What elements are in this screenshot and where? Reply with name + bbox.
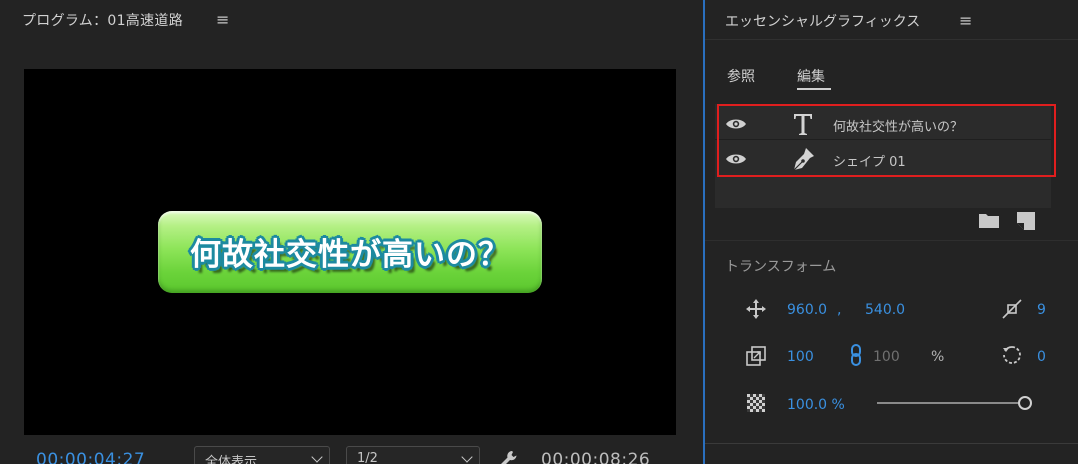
current-timecode[interactable]: 00:00:04:27 — [36, 450, 145, 464]
playback-resolution-select[interactable]: 1/2 — [346, 446, 480, 464]
rotation-icon — [1003, 346, 1021, 364]
layer-label: シェイプ 01 — [833, 155, 906, 170]
anchor-value-clipped[interactable]: 9 — [1037, 302, 1046, 318]
position-y-value[interactable]: 540.0 — [865, 302, 905, 318]
pen-tool-icon — [793, 148, 814, 171]
position-separator: , — [837, 302, 842, 318]
opacity-slider-track[interactable] — [877, 402, 1023, 404]
new-group-folder-icon[interactable] — [979, 212, 999, 228]
video-preview[interactable]: 何故社交性が高いの？ — [24, 69, 676, 435]
tab-browse[interactable]: 参照 — [727, 66, 755, 86]
program-monitor-header: プログラム：01高速道路 ≡ — [0, 0, 700, 40]
program-monitor-panel: プログラム：01高速道路 ≡ 何故社交性が高いの？ 00:00:04:27 全体… — [0, 0, 700, 464]
panel-menu-icon[interactable]: ≡ — [216, 10, 229, 29]
anchor-point-icon — [1002, 299, 1022, 319]
new-layer-icon[interactable] — [1017, 212, 1035, 230]
opacity-slider-handle[interactable] — [1018, 396, 1032, 410]
eye-icon[interactable] — [725, 152, 747, 166]
caption-text: 何故社交性が高いの？ — [190, 237, 510, 273]
divider — [705, 39, 1078, 40]
caption-shape: 何故社交性が高いの？ — [158, 211, 542, 293]
duration-timecode: 00:00:08:26 — [541, 450, 651, 464]
panel-title: エッセンシャルグラフィックス — [725, 14, 921, 30]
scale-icon — [746, 346, 766, 366]
layer-list: 何故社交性が高いの？ シェイプ 01 — [715, 104, 1051, 208]
wrench-icon[interactable] — [498, 449, 520, 464]
scale-value[interactable]: 100 — [787, 349, 814, 365]
resolution-value: 1/2 — [357, 451, 378, 464]
transform-section-header[interactable]: トランスフォーム — [725, 256, 836, 276]
layer-row-shape[interactable]: シェイプ 01 — [715, 141, 1051, 175]
link-chain-icon[interactable] — [845, 344, 867, 366]
rotation-value-clipped[interactable]: 0 — [1037, 349, 1046, 365]
divider — [705, 443, 1078, 444]
text-tool-icon — [794, 114, 812, 135]
zoom-level-select[interactable]: 全体表示 — [194, 446, 330, 464]
eye-icon[interactable] — [725, 117, 747, 131]
zoom-level-value: 全体表示 — [205, 455, 258, 464]
chevron-down-icon — [461, 451, 473, 463]
layer-label: 何故社交性が高いの？ — [833, 120, 964, 135]
chevron-down-icon — [311, 451, 323, 463]
panel-title: プログラム：01高速道路 — [22, 13, 183, 29]
divider — [705, 240, 1078, 241]
position-move-icon — [746, 299, 766, 319]
opacity-value[interactable]: 100.0 % — [787, 397, 845, 413]
position-x-value[interactable]: 960.0 — [787, 302, 827, 318]
scale-unit: % — [931, 349, 945, 365]
essential-graphics-panel: エッセンシャルグラフィックス ≡ 参照 編集 何故社交性が高いの？ シェイプ 0… — [703, 0, 1078, 464]
scale-height-value[interactable]: 100 — [873, 349, 900, 365]
layer-row-text[interactable]: 何故社交性が高いの？ — [715, 106, 1051, 140]
active-tab-indicator — [797, 88, 831, 90]
panel-menu-icon[interactable]: ≡ — [959, 11, 972, 30]
tab-edit[interactable]: 編集 — [797, 66, 825, 86]
opacity-checker-icon — [747, 394, 765, 412]
